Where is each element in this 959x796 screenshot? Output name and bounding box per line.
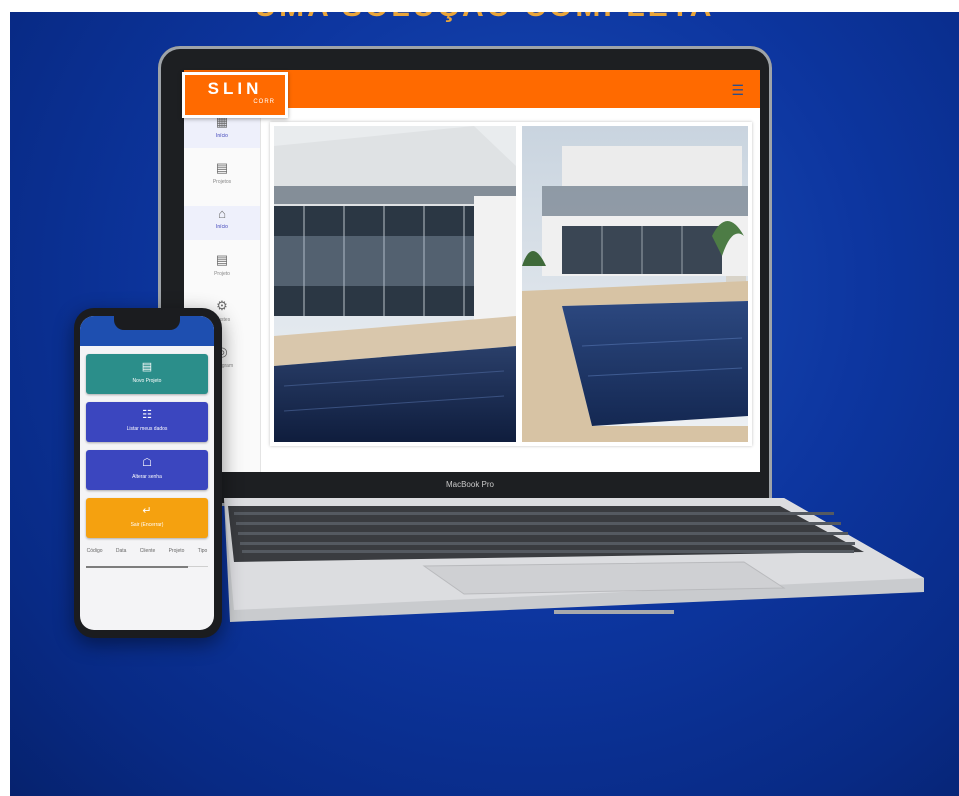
logout-button[interactable]: ↵ Sair (Encerrar) (86, 498, 208, 538)
project-photo[interactable] (522, 126, 748, 442)
list-icon: ☷ (142, 409, 152, 421)
sidebar-item-projeto[interactable]: ▤ Projeto (184, 252, 260, 286)
change-password-button[interactable]: ☖ Alterar senha (86, 450, 208, 490)
clipboard-icon: ▤ (141, 361, 153, 373)
column-projeto[interactable]: Projeto (169, 548, 185, 560)
menu-icon[interactable]: ☰ (731, 82, 744, 99)
sidebar-item-label: Início (216, 224, 228, 230)
laptop-base (224, 498, 924, 622)
sidebar-item-label: Projeto (214, 271, 230, 277)
headline: UMA SOLUÇÃO COMPLETA (10, 12, 959, 24)
sidebar-item-inicio[interactable]: ▦ Início (184, 114, 260, 148)
button-label: Sair (Encerrar) (130, 522, 164, 528)
sidebar-item-label: Projetos (212, 179, 232, 185)
column-cliente[interactable]: Cliente (140, 548, 156, 560)
lock-icon: ☖ (142, 457, 152, 469)
exit-icon: ↵ (142, 505, 152, 517)
project-photo[interactable] (274, 126, 516, 442)
column-codigo[interactable]: Código (87, 548, 103, 560)
list-data-button[interactable]: ☷ Listar meus dados (86, 402, 208, 442)
button-label: Novo Projeto (132, 378, 162, 384)
button-label: Alterar senha (132, 474, 162, 480)
sidebar-item-home[interactable]: ⌂ Início (184, 206, 260, 240)
button-label: Listar meus dados (126, 426, 168, 432)
home-icon: ⌂ (218, 206, 226, 221)
clipboard-icon: ▤ (215, 160, 229, 175)
brand-sub: CORR (253, 99, 275, 105)
project-gallery (270, 122, 752, 446)
promo-background: UMA SOLUÇÃO COMPLETA ☰ ▦ Início ▤ Projet… (10, 12, 959, 796)
document-icon: ▤ (215, 252, 229, 267)
brand-logo: SLIN CORR (182, 72, 288, 118)
column-tipo[interactable]: Tipo (198, 548, 208, 560)
phone-notch (114, 316, 180, 330)
column-data[interactable]: Data (116, 548, 127, 560)
house-pool-image (522, 126, 748, 442)
new-project-button[interactable]: ▤ Novo Projeto (86, 354, 208, 394)
phone-screen: ▤ Novo Projeto ☷ Listar meus dados ☖ Alt… (80, 316, 214, 630)
table-header: Código Data Cliente Projeto Tipo (80, 548, 214, 560)
house-pool-image (274, 126, 516, 442)
laptop-screen: ☰ ▦ Início ▤ Projetos ⌂ Início ▤ Projeto… (184, 70, 760, 472)
brand-word: SLIN (207, 79, 263, 98)
sidebar-item-projetos[interactable]: ▤ Projetos (184, 160, 260, 194)
horizontal-scrollbar[interactable] (86, 566, 188, 568)
sidebar-item-label: Início (216, 133, 228, 139)
